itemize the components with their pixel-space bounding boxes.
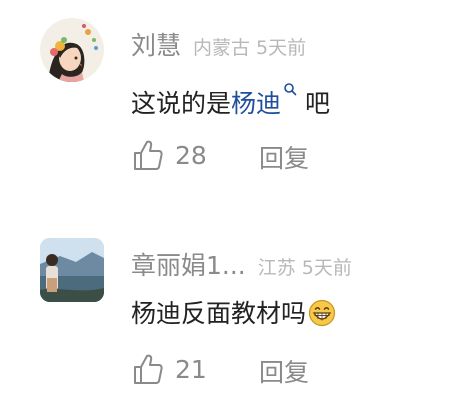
avatar[interactable] [40,238,104,302]
grinning-face-emoji-icon [308,299,336,327]
location: 内蒙古 [193,37,251,59]
reply-button[interactable]: 回复 [259,353,309,389]
like-count: 28 [175,140,207,170]
timestamp: 5天前 [301,257,352,279]
comment-text-body: 杨迪反面教材吗 [131,299,307,328]
reply-button[interactable]: 回复 [259,139,309,175]
username[interactable]: 刘慧 [131,31,181,60]
search-link[interactable]: 杨迪 [231,89,281,118]
thumbs-up-icon [134,140,163,170]
thumbs-up-icon [134,354,163,384]
like-button[interactable]: 21 [131,352,207,386]
photo-avatar-icon [40,238,104,302]
search-icon[interactable] [283,82,297,98]
like-count: 21 [175,354,207,384]
comment-text: 这说的是杨迪 吧 [131,82,330,120]
comment-list: 刘慧 内蒙古 5天前 这说的是杨迪 吧 28 回复 章丽娟1... 江苏 5天前… [0,0,467,415]
comment-meta: 章丽娟1... 江苏 5天前 [131,246,352,282]
comment-text-after: 吧 [304,89,330,118]
username[interactable]: 章丽娟1... [131,251,246,280]
like-button[interactable]: 28 [131,138,207,172]
comment-text-before: 这说的是 [131,89,232,118]
avatar[interactable] [40,18,104,82]
cartoon-girl-avatar-icon [40,18,104,82]
comment-text: 杨迪反面教材吗 [131,294,336,330]
timestamp: 5天前 [256,37,307,59]
comment-meta: 刘慧 内蒙古 5天前 [131,26,306,62]
location: 江苏 [257,257,296,279]
